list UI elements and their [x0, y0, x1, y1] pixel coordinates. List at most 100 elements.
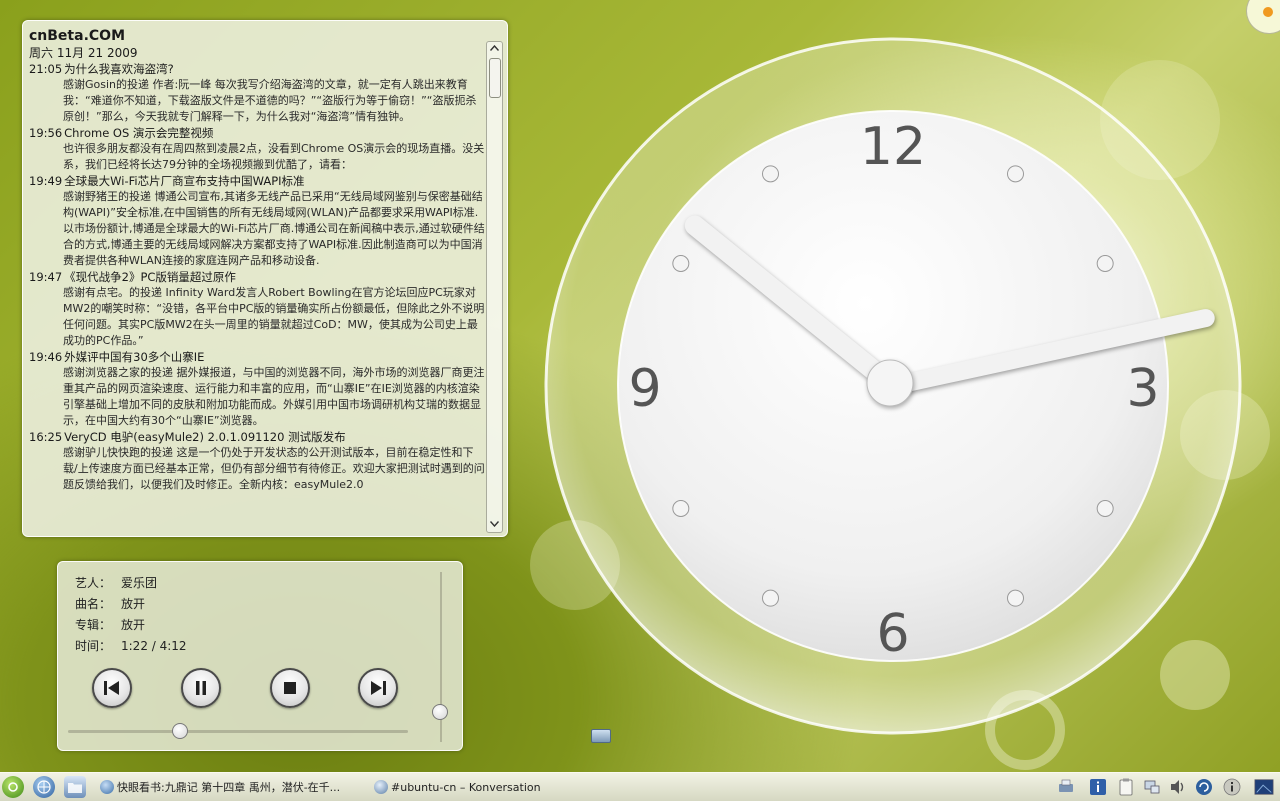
news-item-time: 19:56 [29, 126, 63, 140]
news-item-headline[interactable]: VeryCD 电驴(easyMule2) 2.0.1.091120 测试版发布 [64, 430, 345, 444]
tray-desktop-thumbnail-icon[interactable] [1254, 777, 1274, 797]
feed-date: 周六 11月 21 2009 [29, 46, 138, 60]
news-item-summary: 感谢浏览器之家的投递 据外媒报道，与中国的浏览器不同，海外市场的浏览器厂商更注重… [63, 366, 485, 427]
news-feed-content: cnBeta.COM 周六 11月 21 2009 21:05 为什么我喜欢海盗湾… [29, 27, 485, 533]
globe-icon [37, 780, 51, 794]
clock-hour-mark [1096, 500, 1114, 517]
pause-icon [196, 681, 206, 695]
clock-hour-mark [672, 255, 690, 272]
album-label: 专辑： [75, 618, 112, 632]
stop-button[interactable] [270, 668, 310, 708]
title-value: 放开 [121, 597, 146, 611]
news-item-headline[interactable]: 外媒评中国有30多个山寨IE [64, 350, 204, 364]
news-item-headline[interactable]: 全球最大Wi-Fi芯片厂商宣布支持中国WAPI标准 [64, 174, 304, 188]
skip-back-icon [104, 681, 119, 695]
kde-logo-icon [8, 782, 18, 792]
tray-printer-icon[interactable] [1056, 777, 1076, 797]
clock-hour-mark [1007, 165, 1024, 183]
artist-label: 艺人： [75, 576, 112, 590]
news-item-time: 21:05 [29, 62, 63, 76]
position-slider-handle[interactable] [172, 723, 189, 739]
news-item-time: 19:46 [29, 350, 63, 364]
clock-hour-mark [672, 500, 690, 517]
news-item-summary: 感谢野猪王的投递 博通公司宣布,其诸多无线产品已采用“无线局域网鉴别与保密基础结… [63, 190, 485, 267]
feed-title[interactable]: cnBeta.COM [29, 27, 485, 45]
previous-button[interactable] [92, 668, 132, 708]
news-item-time: 19:49 [29, 174, 63, 188]
tray-update-icon[interactable] [1194, 777, 1214, 797]
task-konversation-window[interactable]: #ubuntu-cn – Konversation [374, 777, 644, 797]
clock-hour-mark [762, 589, 779, 607]
news-item-header: 19:49 全球最大Wi-Fi芯片厂商宣布支持中国WAPI标准 [29, 173, 485, 189]
news-item: 19:56 Chrome OS 演示会完整视频 也许很多朋友都没有在周四熬到凌晨2点… [29, 125, 485, 173]
news-scrollbar[interactable] [486, 41, 503, 533]
tray-volume-icon[interactable] [1168, 777, 1188, 797]
tray-info-icon[interactable] [1088, 777, 1108, 797]
clock-hour-mark [1007, 589, 1024, 607]
scroll-down-button[interactable] [487, 518, 502, 532]
title-label: 曲名： [75, 597, 112, 611]
tray-clipboard-icon[interactable] [1116, 777, 1136, 797]
scroll-thumb[interactable] [489, 58, 501, 98]
news-item-headline[interactable]: Chrome OS 演示会完整视频 [64, 126, 213, 140]
news-feed-widget: cnBeta.COM 周六 11月 21 2009 21:05 为什么我喜欢海盗湾… [22, 20, 508, 537]
taskbar: 快眼看书:九鼎记 第十四章 禹州，潜伏-在千... #ubuntu-cn – K… [0, 772, 1280, 801]
time-label: 时间： [75, 639, 112, 653]
clock-numeral-6: 6 [876, 604, 909, 664]
stop-icon [284, 682, 296, 694]
volume-slider-handle[interactable] [432, 704, 448, 720]
plasma-logo-icon [1263, 7, 1273, 17]
album-row: 专辑： 放开 [75, 616, 145, 633]
news-item-time: 16:25 [29, 430, 63, 444]
arrow-up-icon [489, 44, 500, 51]
news-item-headline[interactable]: 《现代战争2》PC版销量超过原作 [64, 270, 236, 284]
news-item: 19:46 外媒评中国有30多个山寨IE 感谢浏览器之家的投递 据外媒报道，与中国的… [29, 349, 485, 429]
album-value: 放开 [121, 618, 146, 632]
next-button[interactable] [358, 668, 398, 708]
analog-clock-widget: 12 3 6 9 [544, 37, 1242, 735]
media-player-widget: 艺人： 爱乐团 曲名： 放开 专辑： 放开 时间： 1:22 / 4:12 [57, 561, 463, 751]
news-item-header: 19:46 外媒评中国有30多个山寨IE [29, 349, 485, 365]
clock-numeral-12: 12 [860, 117, 926, 177]
folder-icon [68, 783, 82, 793]
konversation-icon [374, 780, 388, 794]
news-item: 21:05 为什么我喜欢海盗湾? 感谢Gosin的投递 作者:阮一峰 每次我写介绍海… [29, 61, 485, 125]
task-label: 快眼看书:九鼎记 第十四章 禹州，潜伏-在千... [117, 781, 341, 794]
time-value: 1:22 / 4:12 [121, 639, 187, 653]
time-row: 时间： 1:22 / 4:12 [75, 637, 187, 654]
news-item-time: 19:47 [29, 270, 63, 284]
kde-menu-button[interactable] [2, 776, 24, 798]
task-label: #ubuntu-cn – Konversation [391, 780, 541, 794]
news-item: 19:49 全球最大Wi-Fi芯片厂商宣布支持中国WAPI标准 感谢野猪王的投递 博… [29, 173, 485, 269]
file-manager-launcher[interactable] [64, 776, 86, 798]
news-item-summary: 感谢有点宅。的投递 Infinity Ward发言人Robert Bowling… [63, 286, 485, 347]
scroll-up-button[interactable] [487, 42, 502, 56]
news-item-summary: 也许很多朋友都没有在周四熬到凌晨2点，没看到Chrome OS演示会的现场直播。… [63, 142, 485, 171]
skip-forward-icon [371, 681, 386, 695]
clock-hour-mark [762, 165, 779, 183]
clock-hour-mark [1096, 255, 1114, 272]
news-item: 19:47 《现代战争2》PC版销量超过原作 感谢有点宅。的投递 Infinity … [29, 269, 485, 349]
konqueror-icon [100, 780, 114, 794]
tray-network-icon[interactable] [1142, 777, 1162, 797]
desktop-toolbox-button[interactable] [1246, 0, 1280, 34]
news-item-summary: 感谢Gosin的投递 作者:阮一峰 每次我写介绍海盗湾的文章，就一定有人跳出来教… [63, 78, 477, 123]
news-item-header: 21:05 为什么我喜欢海盗湾? [29, 61, 485, 77]
artist-value: 爱乐团 [121, 576, 158, 590]
task-reader-window[interactable]: 快眼看书:九鼎记 第十四章 禹州，潜伏-在千... [100, 777, 362, 797]
news-item-header: 19:56 Chrome OS 演示会完整视频 [29, 125, 485, 141]
volume-slider[interactable] [432, 572, 448, 742]
clock-numeral-9: 9 [628, 359, 661, 419]
news-item: 16:25 VeryCD 电驴(easyMule2) 2.0.1.091120 测… [29, 429, 485, 493]
clock-numeral-3: 3 [1126, 359, 1159, 419]
arrow-down-icon [489, 521, 500, 528]
news-item-headline[interactable]: 为什么我喜欢海盗湾? [64, 62, 174, 76]
pause-button[interactable] [181, 668, 221, 708]
tray-help-icon[interactable] [1222, 777, 1242, 797]
title-row: 曲名： 放开 [75, 595, 145, 612]
clock-center-cap [866, 359, 914, 407]
browser-launcher[interactable] [33, 776, 55, 798]
position-slider[interactable] [68, 723, 408, 739]
artist-row: 艺人： 爱乐团 [75, 574, 157, 591]
news-item-header: 19:47 《现代战争2》PC版销量超过原作 [29, 269, 485, 285]
